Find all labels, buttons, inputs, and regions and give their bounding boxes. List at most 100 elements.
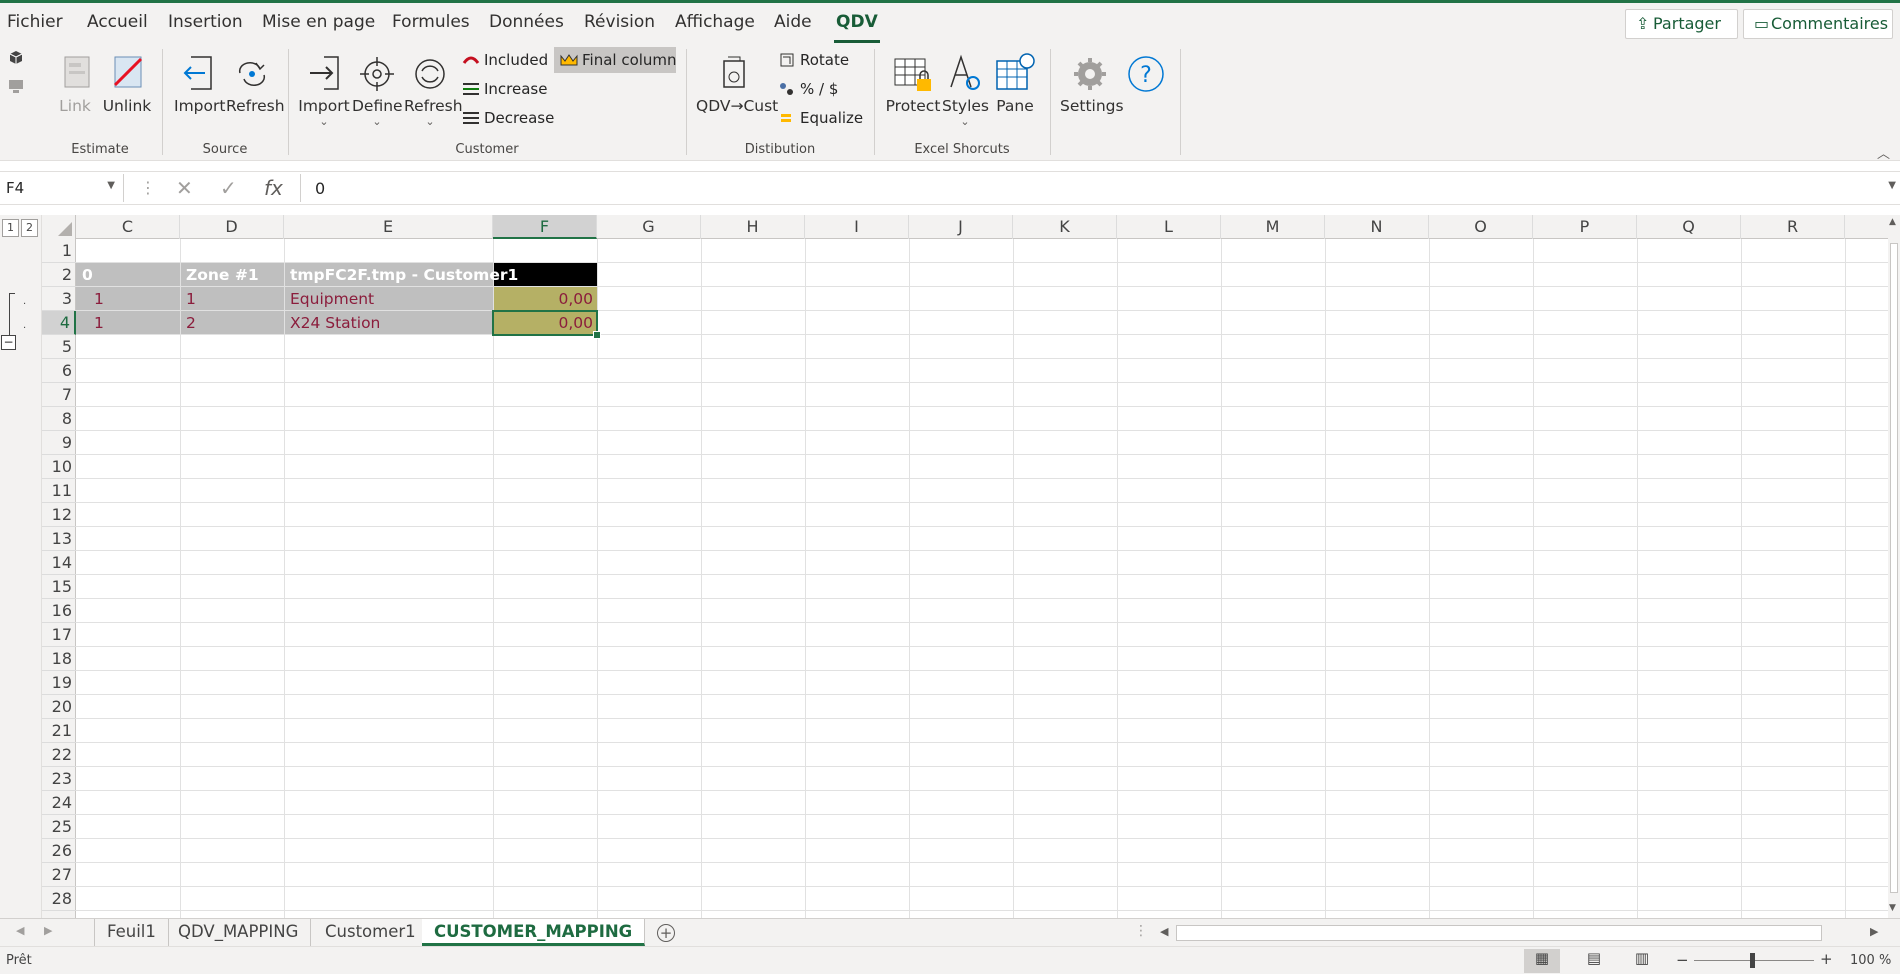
row-header[interactable]: 3 [42,287,76,311]
column-header[interactable]: L [1117,215,1221,239]
insert-function-icon[interactable]: fx [264,176,283,200]
row-header[interactable]: 16 [42,599,76,623]
column-header[interactable]: E [284,215,493,239]
page-break-view-button[interactable]: ▥ [1624,949,1660,973]
comments-button[interactable]: ▭ Commentaires [1743,9,1893,39]
row-header[interactable]: 6 [42,359,76,383]
column-header[interactable]: N [1325,215,1429,239]
scroll-left-icon[interactable]: ◀ [1160,925,1168,938]
tab-fichier[interactable]: Fichier [7,12,63,32]
column-header[interactable]: R [1741,215,1845,239]
tab-qdv[interactable]: QDV [834,12,880,43]
column-header[interactable]: C [76,215,180,239]
column-header[interactable]: H [701,215,805,239]
vertical-scroll-thumb[interactable] [1890,243,1898,893]
tab-insertion[interactable]: Insertion [168,12,243,32]
next-sheet-icon[interactable]: ▶ [44,924,52,937]
row-header[interactable]: 21 [42,719,76,743]
tab-split-grip-icon[interactable]: ⋮ [1134,923,1148,939]
row-header[interactable]: 11 [42,479,76,503]
cell-c3[interactable]: 1 [90,287,108,311]
row-header[interactable]: 20 [42,695,76,719]
column-header[interactable]: P [1533,215,1637,239]
row-header[interactable]: 5 [42,335,76,359]
row-header[interactable]: 22 [42,743,76,767]
cancel-icon[interactable]: ✕ [176,176,193,200]
zoom-out-icon[interactable]: − [1676,951,1689,969]
increase-button[interactable]: Increase [456,76,553,102]
row-header[interactable]: 23 [42,767,76,791]
final-column-button[interactable]: Final column [554,47,677,73]
select-all-corner[interactable] [42,215,76,239]
row-header[interactable]: 12 [42,503,76,527]
row-header[interactable]: 27 [42,863,76,887]
addin-monitor-icon[interactable] [7,77,25,95]
column-header[interactable]: J [909,215,1013,239]
share-button[interactable]: ⇪ Partager [1625,9,1738,39]
column-header[interactable]: Q [1637,215,1741,239]
vertical-scrollbar[interactable]: ▲ ▼ [1888,215,1900,918]
expand-formula-bar-icon[interactable]: ▼ [1888,180,1896,191]
row-header[interactable]: 7 [42,383,76,407]
formula-input[interactable]: 0 [300,174,1882,202]
row-header[interactable]: 10 [42,455,76,479]
column-header-selected[interactable]: F [493,215,597,239]
row-header[interactable]: 26 [42,839,76,863]
cell-grid[interactable]: 0 Zone #1 tmpFC2F.tmp - Customer1 1 1 Eq… [76,239,1888,918]
zoom-level[interactable]: 100 % [1850,953,1891,968]
row-header[interactable]: 14 [42,551,76,575]
row-header[interactable]: 17 [42,623,76,647]
scroll-down-icon[interactable]: ▼ [1889,903,1896,913]
row-header[interactable]: 9 [42,431,76,455]
zoom-in-icon[interactable]: + [1820,950,1833,968]
equalize-button[interactable]: Equalize [772,105,869,131]
percent-dollar-button[interactable]: % / $ [772,76,844,102]
page-layout-view-button[interactable]: ▤ [1576,949,1612,973]
cell-e4[interactable]: X24 Station [286,311,384,335]
cell-c2[interactable]: 0 [78,263,97,287]
tab-mise-en-page[interactable]: Mise en page [262,12,375,32]
add-sheet-button[interactable]: + [657,924,675,942]
cell-c4[interactable]: 1 [90,311,108,335]
sheet-tab-feuil1[interactable]: Feuil1 [94,919,169,946]
cell-e3[interactable]: Equipment [286,287,378,311]
row-header[interactable]: 25 [42,815,76,839]
column-header[interactable]: O [1429,215,1533,239]
chevron-down-icon[interactable]: ▼ [107,180,115,191]
normal-view-button[interactable]: ▦ [1524,949,1560,973]
cell-d4[interactable]: 2 [182,311,200,335]
horizontal-scrollbar[interactable] [1176,925,1822,941]
tab-revision[interactable]: Révision [584,12,655,32]
row-header[interactable]: 8 [42,407,76,431]
decrease-button[interactable]: Decrease [456,105,560,131]
prev-sheet-icon[interactable]: ◀ [16,924,24,937]
cell-e2[interactable]: tmpFC2F.tmp - Customer1 [286,263,522,287]
tab-formules[interactable]: Formules [392,12,470,32]
column-header[interactable]: D [180,215,284,239]
tab-aide[interactable]: Aide [774,12,812,32]
cell-d2[interactable]: Zone #1 [182,263,263,287]
row-header[interactable]: 19 [42,671,76,695]
scroll-right-icon[interactable]: ▶ [1870,925,1878,938]
sheet-tab-customer-mapping[interactable]: CUSTOMER_MAPPING [422,919,646,946]
included-button[interactable]: Included [456,47,554,73]
cell-f3[interactable]: 0,00 [493,287,597,311]
rotate-button[interactable]: Rotate [772,47,855,73]
outline-level-1[interactable]: 1 [2,219,19,237]
row-header[interactable]: 13 [42,527,76,551]
collapse-ribbon-icon[interactable]: ︿ [1877,143,1890,162]
outline-level-2[interactable]: 2 [21,219,38,237]
column-header[interactable]: M [1221,215,1325,239]
tab-accueil[interactable]: Accueil [87,12,148,32]
sheet-tab-qdv-mapping[interactable]: QDV_MAPPING [166,919,312,946]
row-header[interactable]: 18 [42,647,76,671]
tab-affichage[interactable]: Affichage [675,12,755,32]
zoom-slider-thumb[interactable] [1750,953,1755,968]
tab-donnees[interactable]: Données [489,12,564,32]
column-header[interactable]: K [1013,215,1117,239]
column-header[interactable]: I [805,215,909,239]
row-header[interactable]: 2 [42,263,76,287]
sheet-tab-customer1[interactable]: Customer1 [313,919,429,946]
column-header[interactable]: G [597,215,701,239]
row-header[interactable]: 28 [42,887,76,911]
